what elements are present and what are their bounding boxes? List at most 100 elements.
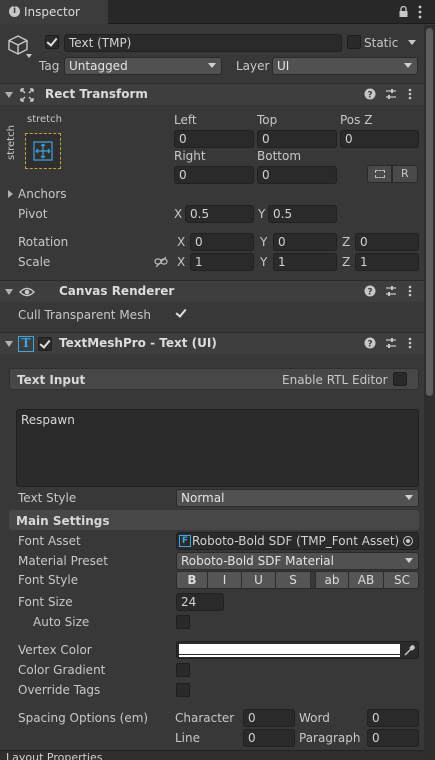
font-asset-label: Font Asset — [18, 534, 81, 548]
layout-properties-bar[interactable]: Layout Properties — [0, 750, 424, 760]
rotation-z-field[interactable]: 0 — [355, 233, 419, 251]
font-style-italic-button[interactable]: I — [208, 572, 242, 588]
foldout-arrow-icon[interactable] — [5, 341, 13, 347]
chevron-down-icon[interactable] — [26, 54, 32, 58]
bottom-field[interactable]: 0 — [257, 166, 337, 184]
lock-icon[interactable] — [399, 5, 408, 17]
object-picker-icon[interactable] — [403, 536, 413, 546]
object-name-field[interactable]: Text (TMP) — [64, 34, 342, 52]
anchors-label[interactable]: Anchors — [18, 186, 67, 202]
rotation-y-label: Y — [260, 235, 268, 249]
active-checkbox[interactable] — [45, 35, 59, 49]
textmeshpro-enabled-checkbox[interactable] — [38, 337, 52, 351]
svg-text:?: ? — [367, 288, 372, 298]
pivot-y-field[interactable]: 0.5 — [268, 205, 337, 223]
scale-y-field[interactable]: 1 — [273, 253, 337, 271]
text-input-area[interactable]: Respawn — [16, 409, 419, 487]
rect-transform-header[interactable]: Rect Transform ? — [0, 83, 424, 105]
static-dropdown-arrow[interactable] — [408, 40, 416, 45]
preset-settings-icon[interactable] — [384, 337, 398, 351]
spacing-options-label: Spacing Options (em) — [18, 711, 149, 725]
main-settings-section: Main Settings — [9, 510, 419, 530]
eyedropper-icon[interactable] — [403, 644, 416, 657]
font-asset-field[interactable]: F Roboto-Bold SDF (TMP_Font Asset) — [176, 532, 419, 550]
textmeshpro-icon: T — [18, 336, 34, 352]
kebab-menu-icon[interactable] — [418, 5, 422, 19]
eye-icon — [19, 285, 35, 299]
pivot-x-field[interactable]: 0.5 — [185, 205, 254, 223]
material-preset-label: Material Preset — [18, 554, 108, 568]
foldout-arrow-icon[interactable] — [5, 289, 13, 295]
constrain-proportions-icon[interactable] — [154, 256, 168, 268]
override-tags-label: Override Tags — [18, 683, 101, 697]
cull-transparent-mesh-label: Cull Transparent Mesh — [18, 308, 151, 322]
scale-z-field[interactable]: 1 — [355, 253, 419, 271]
posz-label: Pos Z — [340, 113, 373, 127]
scale-label: Scale — [18, 255, 51, 269]
textmeshpro-header[interactable]: T TextMeshPro - Text (UI) ? — [0, 332, 424, 354]
rtl-editor-checkbox[interactable] — [393, 372, 407, 386]
text-style-dropdown[interactable]: Normal — [176, 489, 419, 507]
kebab-menu-icon[interactable] — [403, 285, 417, 299]
paragraph-spacing-field[interactable]: 0 — [367, 729, 419, 747]
scrollbar-thumb[interactable] — [426, 28, 433, 396]
top-field[interactable]: 0 — [257, 130, 337, 148]
scale-x-label: X — [177, 255, 186, 269]
main-settings-label: Main Settings — [16, 514, 110, 528]
font-style-smallcaps-button[interactable]: SC — [384, 572, 418, 588]
posz-field[interactable]: 0 — [340, 130, 419, 148]
left-field[interactable]: 0 — [174, 130, 254, 148]
right-field[interactable]: 0 — [174, 166, 254, 184]
chevron-down-icon — [208, 63, 216, 68]
anchor-stretch-icon — [33, 141, 53, 161]
font-style-strikethrough-button[interactable]: S — [276, 572, 311, 588]
anchor-top-label: stretch — [27, 114, 62, 125]
font-size-label: Font Size — [18, 595, 73, 609]
rotation-z-label: Z — [342, 235, 351, 249]
static-checkbox[interactable] — [347, 35, 361, 49]
material-preset-dropdown[interactable]: Roboto-Bold SDF Material — [176, 552, 419, 570]
font-style-underline-button[interactable]: U — [242, 572, 276, 588]
kebab-menu-icon[interactable] — [403, 88, 417, 102]
paragraph-spacing-label: Paragraph — [299, 731, 361, 745]
preset-settings-icon[interactable] — [384, 285, 398, 299]
right-label: Right — [174, 149, 206, 163]
text-input-section: Text Input Enable RTL Editor — [9, 368, 419, 390]
help-icon[interactable]: ? — [363, 337, 377, 351]
vertex-color-swatch — [179, 644, 400, 654]
vertex-color-field[interactable] — [176, 641, 419, 659]
font-style-bold-button[interactable]: B — [177, 572, 208, 588]
canvas-renderer-header[interactable]: Canvas Renderer ? — [0, 280, 424, 302]
auto-size-checkbox[interactable] — [176, 615, 190, 629]
character-spacing-field[interactable]: 0 — [243, 709, 295, 727]
rotation-x-field[interactable]: 0 — [190, 233, 254, 251]
raw-edit-button[interactable]: R — [392, 165, 418, 183]
chevron-down-icon — [405, 495, 413, 500]
cull-transparent-mesh-checkbox[interactable] — [175, 307, 189, 321]
layer-dropdown[interactable]: UI — [272, 57, 418, 75]
anchor-left-label: stretch — [6, 125, 17, 160]
override-tags-checkbox[interactable] — [176, 683, 190, 697]
blueprint-mode-button[interactable] — [367, 165, 392, 183]
inspector-tab[interactable]: i Inspector — [0, 0, 108, 24]
font-size-field[interactable]: 24 — [176, 593, 224, 611]
font-style-uppercase-button[interactable]: AB — [349, 572, 384, 588]
kebab-menu-icon[interactable] — [403, 337, 417, 351]
foldout-arrow-icon[interactable] — [5, 92, 13, 98]
word-spacing-field[interactable]: 0 — [367, 709, 419, 727]
preset-settings-icon[interactable] — [384, 88, 398, 102]
font-style-lowercase-button[interactable]: ab — [315, 572, 349, 588]
color-gradient-checkbox[interactable] — [176, 663, 190, 677]
help-icon[interactable]: ? — [363, 285, 377, 299]
scale-x-field[interactable]: 1 — [190, 253, 254, 271]
tag-dropdown[interactable]: Untagged — [64, 57, 222, 75]
bottom-label: Bottom — [257, 149, 302, 163]
info-icon: i — [9, 6, 20, 17]
line-spacing-field[interactable]: 0 — [243, 729, 295, 747]
anchors-foldout-icon[interactable] — [8, 190, 13, 198]
rotation-y-field[interactable]: 0 — [273, 233, 337, 251]
left-label: Left — [174, 113, 197, 127]
anchor-preset-button[interactable] — [25, 133, 61, 169]
tag-value: Untagged — [69, 59, 128, 73]
help-icon[interactable]: ? — [363, 88, 377, 102]
